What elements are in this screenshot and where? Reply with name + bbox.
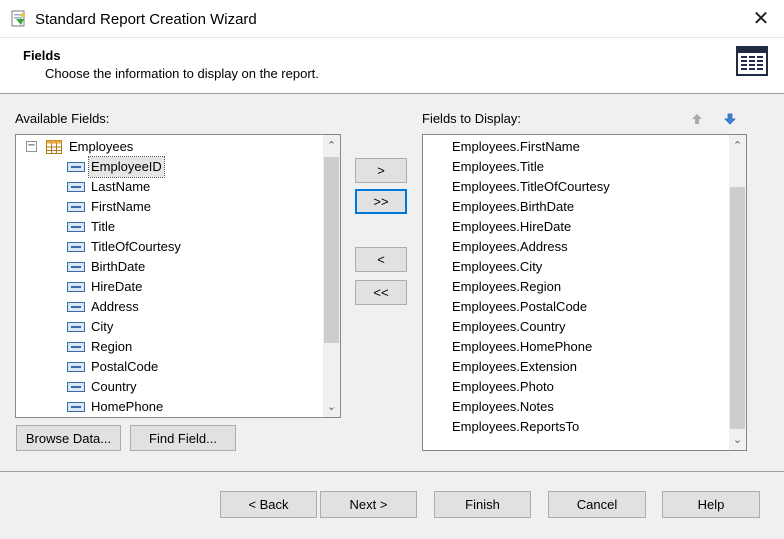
tree-field-item[interactable]: LastName: [16, 177, 316, 197]
collapse-icon[interactable]: −: [26, 141, 37, 152]
move-down-icon[interactable]: [723, 112, 737, 126]
fields-to-display-list[interactable]: Employees.FirstName Employees.Title Employ…: [422, 134, 747, 451]
next-button[interactable]: Next >: [320, 491, 417, 518]
scroll-up-icon[interactable]: ⌃: [323, 137, 340, 154]
display-field-item[interactable]: Employees.ReportsTo: [452, 417, 579, 437]
window-title: Standard Report Creation Wizard: [35, 11, 257, 28]
field-icon: [67, 262, 85, 272]
tree-field-item[interactable]: FirstName: [16, 197, 316, 217]
field-label: EmployeeID: [88, 156, 165, 178]
display-field-item[interactable]: Employees.Extension: [452, 357, 577, 377]
field-label: Address: [91, 299, 139, 314]
scroll-thumb[interactable]: [730, 187, 745, 429]
available-fields-label: Available Fields:: [15, 111, 110, 126]
scroll-down-icon[interactable]: ⌄: [729, 431, 746, 448]
display-field-item[interactable]: Employees.Photo: [452, 377, 554, 397]
field-icon: [67, 242, 85, 252]
display-field-item[interactable]: Employees.PostalCode: [452, 297, 587, 317]
page-title: Fields: [23, 48, 61, 63]
close-icon[interactable]: ✕: [738, 0, 784, 38]
available-fields-tree[interactable]: − Employees EmployeeID LastName FirstName T…: [15, 134, 341, 418]
title-bar: Standard Report Creation Wizard ✕: [0, 0, 784, 38]
scroll-up-icon[interactable]: ⌃: [729, 137, 746, 154]
display-field-item[interactable]: Employees.Address: [452, 237, 568, 257]
tree-field-item[interactable]: Region: [16, 337, 316, 357]
field-icon: [67, 402, 85, 412]
back-button[interactable]: < Back: [220, 491, 317, 518]
move-up-icon[interactable]: [690, 112, 704, 126]
tree-field-item[interactable]: City: [16, 317, 316, 337]
scroll-down-icon[interactable]: ⌄: [323, 398, 340, 415]
table-name: Employees: [69, 139, 134, 154]
tree-field-item[interactable]: BirthDate: [16, 257, 316, 277]
tree-field-item[interactable]: HireDate: [16, 277, 316, 297]
tree-field-item[interactable]: HomePhone: [16, 397, 316, 417]
tree-field-item[interactable]: EmployeeID: [16, 156, 316, 178]
finish-button[interactable]: Finish: [434, 491, 531, 518]
field-label: LastName: [91, 179, 151, 194]
field-icon: [67, 302, 85, 312]
field-icon: [67, 342, 85, 352]
footer-separator: [0, 471, 784, 472]
field-label: Region: [91, 339, 133, 354]
display-scrollbar[interactable]: ⌃ ⌄: [729, 135, 746, 450]
find-field-button[interactable]: Find Field...: [130, 425, 236, 451]
remove-field-button[interactable]: <: [355, 247, 407, 272]
page-subtitle: Choose the information to display on the…: [45, 66, 319, 81]
display-field-item[interactable]: Employees.Region: [452, 277, 561, 297]
report-table-icon: [736, 46, 768, 76]
field-icon: [67, 362, 85, 372]
field-label: Title: [91, 219, 116, 234]
tree-node-employees[interactable]: − Employees: [16, 137, 316, 157]
field-label: PostalCode: [91, 359, 159, 374]
field-icon: [67, 382, 85, 392]
field-label: BirthDate: [91, 259, 146, 274]
field-icon: [67, 222, 85, 232]
field-icon: [67, 202, 85, 212]
help-button[interactable]: Help: [662, 491, 760, 518]
scroll-thumb[interactable]: [324, 157, 339, 343]
remove-all-fields-button[interactable]: <<: [355, 280, 407, 305]
display-field-item[interactable]: Employees.Country: [452, 317, 565, 337]
tree-field-item[interactable]: PostalCode: [16, 357, 316, 377]
field-label: Country: [91, 379, 137, 394]
field-label: TitleOfCourtesy: [91, 239, 181, 254]
display-field-item[interactable]: Employees.BirthDate: [452, 197, 574, 217]
fields-to-display-label: Fields to Display:: [422, 111, 521, 126]
field-label: FirstName: [91, 199, 151, 214]
field-icon: [67, 282, 85, 292]
tree-field-item[interactable]: TitleOfCourtesy: [16, 237, 316, 257]
add-field-button[interactable]: >: [355, 158, 407, 183]
available-scrollbar[interactable]: ⌃ ⌄: [323, 135, 340, 417]
field-label: HomePhone: [91, 399, 164, 414]
add-all-fields-button[interactable]: >>: [355, 189, 407, 214]
tree-field-item[interactable]: Country: [16, 377, 316, 397]
browse-data-button[interactable]: Browse Data...: [16, 425, 121, 451]
display-field-item[interactable]: Employees.City: [452, 257, 542, 277]
wizard-header: Fields Choose the information to display…: [0, 38, 784, 94]
tree-field-item[interactable]: Title: [16, 217, 316, 237]
table-icon: [46, 140, 62, 154]
wizard-app-icon: [11, 10, 25, 27]
display-field-item[interactable]: Employees.Title: [452, 157, 544, 177]
field-icon: [67, 162, 85, 172]
field-icon: [67, 322, 85, 332]
display-field-item[interactable]: Employees.Notes: [452, 397, 554, 417]
display-field-item[interactable]: Employees.FirstName: [452, 137, 580, 157]
display-field-item[interactable]: Employees.HireDate: [452, 217, 571, 237]
field-label: City: [91, 319, 114, 334]
field-icon: [67, 182, 85, 192]
cancel-button[interactable]: Cancel: [548, 491, 646, 518]
tree-field-item[interactable]: Address: [16, 297, 316, 317]
display-field-item[interactable]: Employees.HomePhone: [452, 337, 592, 357]
field-label: HireDate: [91, 279, 143, 294]
display-field-item[interactable]: Employees.TitleOfCourtesy: [452, 177, 610, 197]
